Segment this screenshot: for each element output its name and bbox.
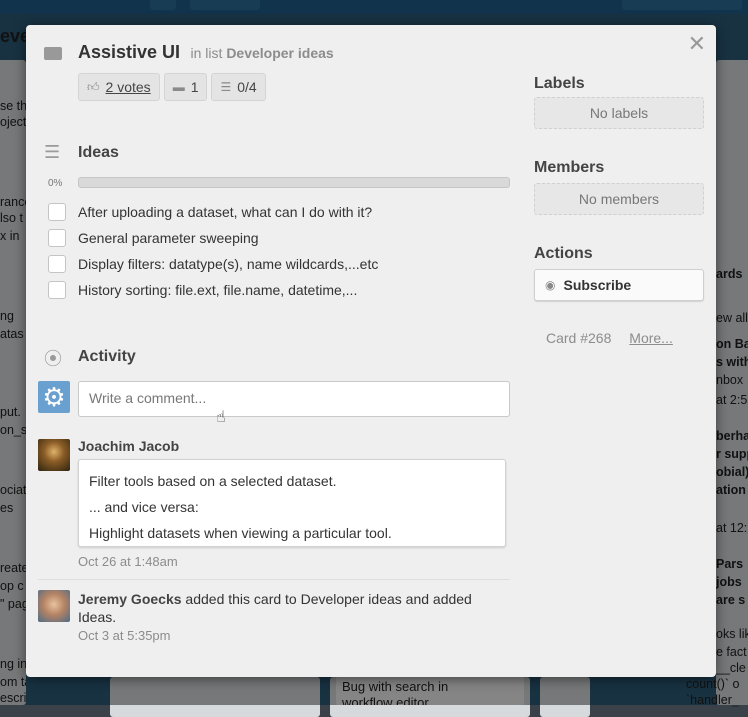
labels-heading: Labels — [534, 75, 585, 92]
comment-line: Filter tools based on a selected dataset… — [89, 473, 337, 489]
activity-title: Activity — [78, 348, 136, 365]
card-icon — [44, 47, 62, 60]
subscribe-label: Subscribe — [563, 277, 632, 293]
comment-bubble-icon: ▬ — [172, 80, 185, 94]
actions-heading: Actions — [534, 245, 593, 262]
checklist-item-label[interactable]: Display filters: datatype(s), name wildc… — [78, 256, 378, 272]
close-icon[interactable]: ✕ — [688, 33, 706, 55]
in-list-prefix: in list — [190, 45, 223, 61]
hand-cursor-icon: ☝ — [216, 409, 226, 426]
card-meta: Card #268 More... — [546, 330, 673, 346]
in-list-label: in list Developer ideas — [191, 45, 334, 61]
comments-badge: ▬ 1 — [163, 73, 208, 101]
current-user-avatar: ⚙ — [38, 381, 70, 413]
checklist-item[interactable]: History sorting: file.ext, file.name, da… — [48, 280, 508, 300]
activity-action-text: Jeremy Goecks added this card to Develop… — [78, 590, 506, 626]
checklist-item[interactable]: After uploading a dataset, what can I do… — [48, 202, 508, 222]
checklist-icon: ☰ — [220, 80, 232, 94]
checklist-item-checkbox[interactable] — [48, 203, 66, 221]
checklist-item[interactable]: General parameter sweeping — [48, 228, 508, 248]
avatar[interactable] — [38, 439, 70, 471]
labels-box[interactable]: No labels — [534, 97, 704, 129]
card-title[interactable]: Assistive UI — [78, 42, 180, 62]
checklist-title[interactable]: Ideas — [78, 144, 119, 162]
members-heading: Members — [534, 159, 605, 176]
checklist-badge: ☰ 0/4 — [211, 73, 266, 101]
avatar[interactable] — [38, 590, 70, 622]
comment-body: Filter tools based on a selected dataset… — [78, 459, 506, 547]
comment-line: ... and vice versa: — [89, 499, 199, 515]
comment-timestamp[interactable]: Oct 26 at 1:48am — [78, 554, 178, 569]
checklist-count: 0/4 — [237, 79, 257, 95]
thumbs-up-icon: 👍︎ — [87, 79, 100, 94]
activity-feed-icon: ⦿ — [44, 349, 62, 369]
card-detail-modal: ✕ Assistive UI in list Developer ideas 👍… — [26, 25, 716, 677]
activity-timestamp[interactable]: Oct 3 at 5:35pm — [78, 628, 171, 643]
card-number: Card #268 — [546, 330, 612, 346]
activity-actor[interactable]: Jeremy Goecks — [78, 591, 182, 607]
card-title-row: Assistive UI in list Developer ideas — [78, 42, 334, 63]
activity-divider — [38, 579, 510, 580]
more-link[interactable]: More... — [629, 330, 673, 346]
checklist-item[interactable]: Display filters: datatype(s), name wildc… — [48, 254, 508, 274]
checklist-item-checkbox[interactable] — [48, 281, 66, 299]
checklist-item-checkbox[interactable] — [48, 229, 66, 247]
votes-badge[interactable]: 👍︎ 2 votes — [78, 73, 160, 101]
comments-count: 1 — [190, 79, 199, 95]
checklist-progress-percent: 0% — [48, 178, 63, 189]
checklist-item-label[interactable]: General parameter sweeping — [78, 230, 259, 246]
checklist-item-label[interactable]: History sorting: file.ext, file.name, da… — [78, 282, 357, 298]
card-badges: 👍︎ 2 votes ▬ 1 ☰ 0/4 — [78, 73, 266, 101]
checklist-item-checkbox[interactable] — [48, 255, 66, 273]
checklist-icon: ☰ — [44, 142, 61, 162]
members-box[interactable]: No members — [534, 183, 704, 215]
comment-line: Highlight datasets when viewing a partic… — [89, 525, 392, 541]
subscribe-button[interactable]: ◉ Subscribe — [534, 269, 704, 301]
eye-icon: ◉ — [545, 278, 556, 292]
comment-input[interactable] — [78, 381, 510, 417]
checklist-item-label[interactable]: After uploading a dataset, what can I do… — [78, 204, 372, 220]
checklist-progress-bar — [78, 177, 510, 188]
comment-author[interactable]: Joachim Jacob — [78, 438, 179, 454]
list-name-link[interactable]: Developer ideas — [226, 45, 333, 61]
votes-count[interactable]: 2 votes — [106, 79, 151, 95]
